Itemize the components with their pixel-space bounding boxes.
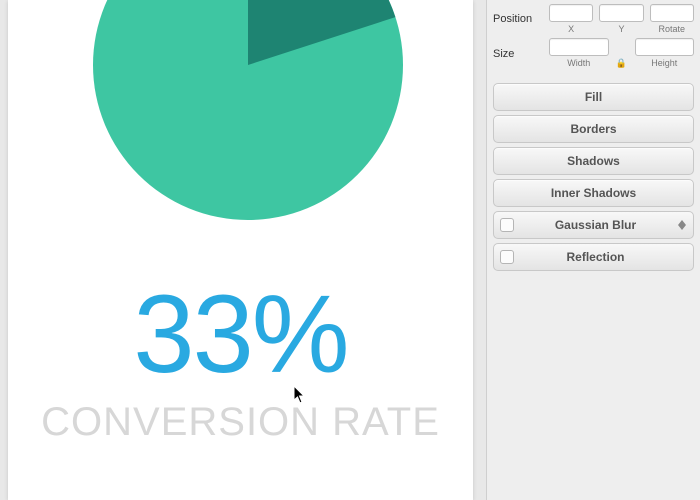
gaussian-blur-checkbox[interactable] <box>500 218 514 232</box>
shadows-panel-button[interactable]: Shadows <box>493 147 694 175</box>
inspector-panel: Position X Y Rotate Size Width <box>486 0 700 500</box>
size-label: Size <box>493 48 543 60</box>
gaussian-blur-stepper[interactable] <box>677 218 687 232</box>
gaussian-blur-panel[interactable]: Gaussian Blur <box>493 211 694 239</box>
conversion-stat[interactable]: 33% CONVERSION RATE <box>8 280 473 445</box>
width-sublabel: Width <box>567 58 590 68</box>
conversion-label[interactable]: CONVERSION RATE <box>8 400 473 445</box>
reflection-checkbox[interactable] <box>500 250 514 264</box>
conversion-percent[interactable]: 33% <box>8 280 473 390</box>
borders-panel-button[interactable]: Borders <box>493 115 694 143</box>
lock-aspect-icon[interactable]: 🔒 <box>616 58 627 69</box>
rotate-sublabel: Rotate <box>659 24 686 34</box>
position-x-sublabel: X <box>568 24 574 34</box>
inner-shadows-panel-button[interactable]: Inner Shadows <box>493 179 694 207</box>
rotate-input[interactable] <box>650 4 694 22</box>
position-label: Position <box>493 13 543 25</box>
position-y-sublabel: Y <box>618 24 624 34</box>
reflection-label: Reflection <box>520 250 671 264</box>
gaussian-blur-label: Gaussian Blur <box>520 218 671 232</box>
canvas-area[interactable]: 33% CONVERSION RATE <box>0 0 486 500</box>
artboard[interactable]: 33% CONVERSION RATE <box>8 0 473 500</box>
position-x-input[interactable] <box>549 4 593 22</box>
width-input[interactable] <box>549 38 609 56</box>
size-row: Size Width 🔒 Height <box>493 38 694 69</box>
pie-chart[interactable] <box>93 0 403 220</box>
position-row: Position X Y Rotate <box>493 4 694 34</box>
position-y-input[interactable] <box>599 4 643 22</box>
fill-panel-button[interactable]: Fill <box>493 83 694 111</box>
reflection-panel[interactable]: Reflection <box>493 243 694 271</box>
height-sublabel: Height <box>651 58 677 68</box>
height-input[interactable] <box>635 38 695 56</box>
